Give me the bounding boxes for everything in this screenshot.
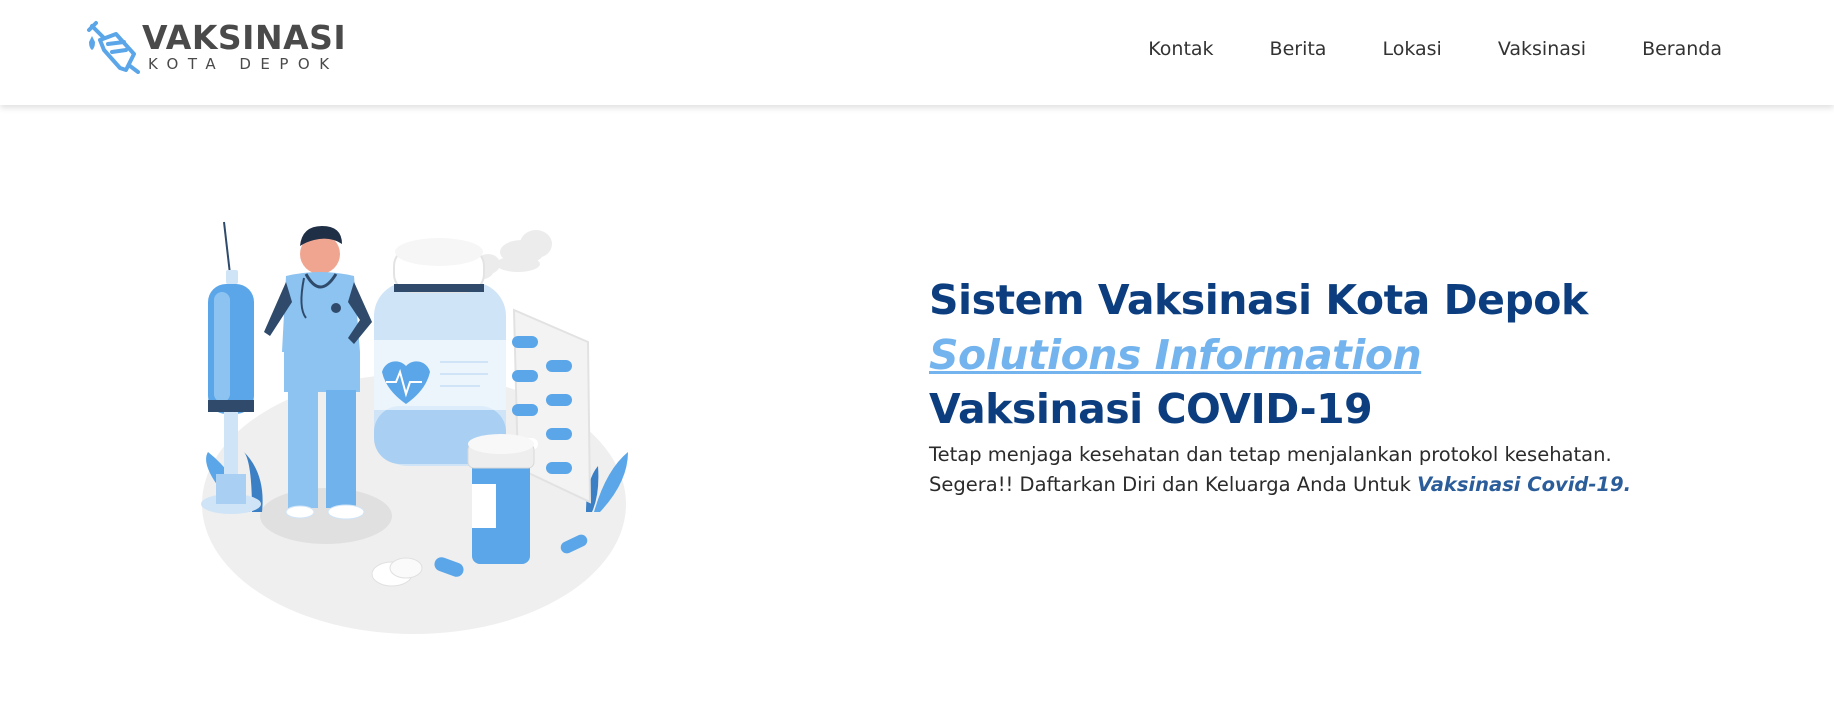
logo-title: VAKSINASI	[142, 18, 347, 57]
nav-link-vaksinasi[interactable]: Vaksinasi	[1498, 38, 1586, 60]
nav-link-lokasi[interactable]: Lokasi	[1382, 38, 1441, 60]
nav-link-berita[interactable]: Berita	[1270, 38, 1327, 60]
hero-description-emphasis: Vaksinasi Covid-19.	[1417, 472, 1631, 496]
main-nav: Kontak Berita Lokasi Vaksinasi Beranda	[1148, 0, 1722, 97]
hero-title: Sistem Vaksinasi Kota Depok	[929, 276, 1588, 324]
site-logo[interactable]: VAKSINASI KOTA DEPOK	[86, 18, 346, 76]
nav-link-beranda[interactable]: Beranda	[1642, 38, 1722, 60]
syringe-logo-icon	[87, 21, 140, 74]
nav-link-kontak[interactable]: Kontak	[1148, 38, 1213, 60]
top-navbar: VAKSINASI KOTA DEPOK Kontak Berita Lokas…	[0, 0, 1834, 105]
hero-description: Tetap menjaga kesehatan dan tetap menjal…	[929, 440, 1669, 500]
doctor-vaccine-illustration	[196, 212, 636, 642]
hero-heading: Vaksinasi COVID-19	[929, 384, 1373, 433]
logo-subtitle: KOTA DEPOK	[148, 55, 339, 73]
hero-subtitle-link[interactable]: Solutions Information	[929, 325, 1422, 387]
hero-section: Sistem Vaksinasi Kota Depok Solutions In…	[929, 276, 1689, 500]
